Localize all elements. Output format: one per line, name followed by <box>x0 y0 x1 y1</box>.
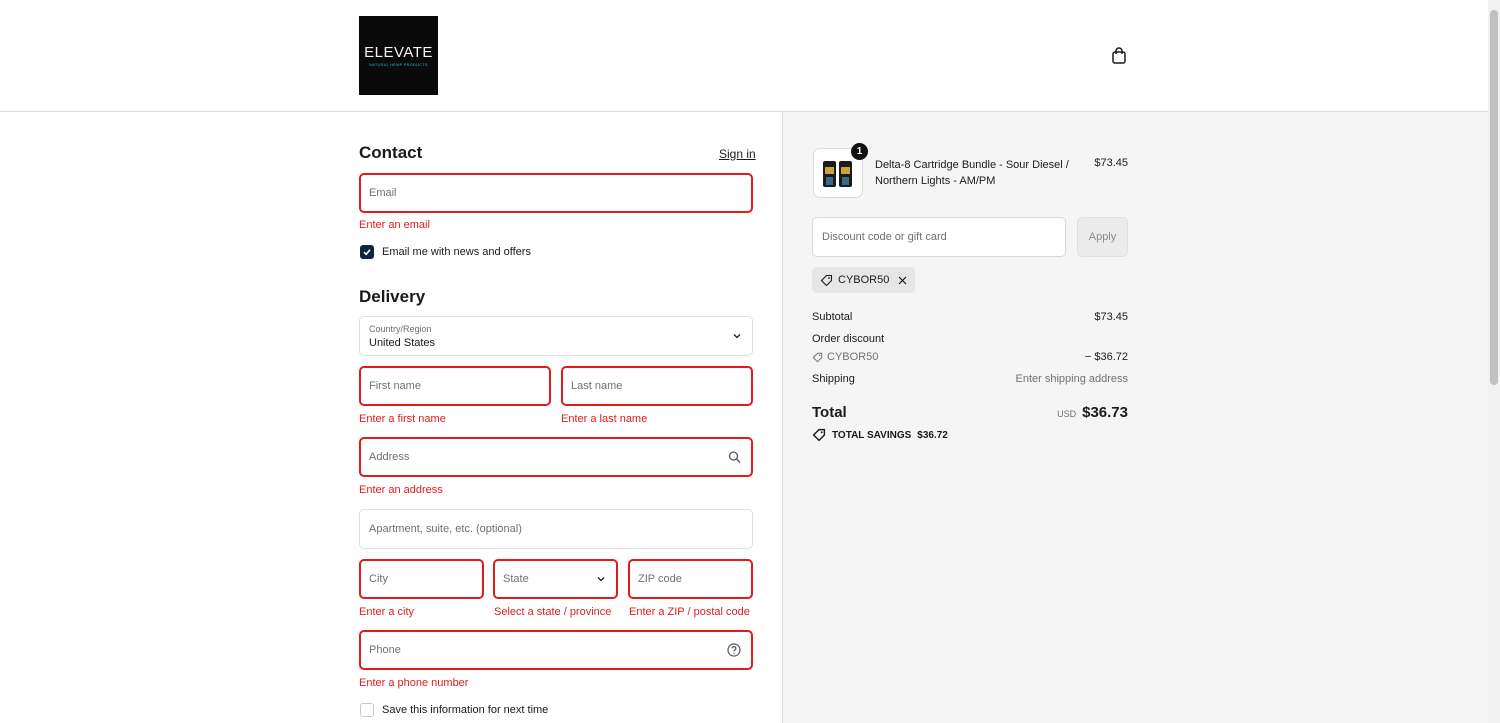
country-value: United States <box>369 337 436 349</box>
discount-placeholder: Discount code or gift card <box>822 231 947 243</box>
first-name-field[interactable]: First name <box>359 366 551 406</box>
save-info-checkbox[interactable] <box>360 703 374 717</box>
scrollbar-thumb[interactable] <box>1490 10 1498 385</box>
apartment-placeholder: Apartment, suite, etc. (optional) <box>369 523 522 535</box>
product-image <box>823 161 852 187</box>
address-error: Enter an address <box>359 484 443 496</box>
city-field[interactable]: City <box>359 559 484 599</box>
logo-wordmark: ELEVATE <box>364 44 433 61</box>
first-name-error: Enter a first name <box>359 413 446 425</box>
apartment-field[interactable]: Apartment, suite, etc. (optional) <box>359 509 753 549</box>
total-savings: TOTAL SAVINGS $36.72 <box>812 428 948 442</box>
quantity-badge: 1 <box>851 143 868 160</box>
city-placeholder: City <box>369 573 388 585</box>
last-name-error: Enter a last name <box>561 413 648 425</box>
order-summary-panel <box>782 112 1488 723</box>
close-icon <box>898 276 907 284</box>
discount-value: − $36.72 <box>1084 351 1128 363</box>
chevron-down-icon <box>596 574 606 584</box>
email-placeholder: Email <box>369 187 397 199</box>
zip-field[interactable]: ZIP code <box>628 559 753 599</box>
phone-error: Enter a phone number <box>359 677 469 689</box>
address-field[interactable]: Address <box>359 437 753 477</box>
first-name-placeholder: First name <box>369 380 421 392</box>
help-circle-icon[interactable] <box>727 643 741 657</box>
remove-discount-button[interactable] <box>898 276 907 285</box>
discount-code-display: CYBOR50 <box>812 351 878 363</box>
address-placeholder: Address <box>369 451 410 463</box>
sign-in-link[interactable]: Sign in <box>719 147 756 161</box>
email-error: Enter an email <box>359 219 430 231</box>
news-offers-checkbox[interactable] <box>360 245 374 259</box>
page-scrollbar[interactable] <box>1488 0 1500 723</box>
applied-discount-chip: CYBOR50 <box>812 267 916 293</box>
subtotal-label: Subtotal <box>812 311 853 323</box>
city-error: Enter a city <box>359 606 415 618</box>
state-select[interactable]: State <box>493 559 618 599</box>
apply-discount-button[interactable]: Apply <box>1077 217 1128 257</box>
last-name-field[interactable]: Last name <box>561 366 753 406</box>
shopping-bag-icon <box>1112 46 1126 64</box>
state-placeholder: State <box>503 573 529 585</box>
total-label: Total <box>812 404 847 421</box>
shipping-value: Enter shipping address <box>1015 373 1128 385</box>
tag-icon <box>812 352 823 362</box>
product-price: $73.45 <box>1094 157 1128 169</box>
subtotal-value: $73.45 <box>1094 311 1128 323</box>
discount-code-text: CYBOR50 <box>827 351 879 363</box>
applied-code-label: CYBOR50 <box>838 274 890 286</box>
subtotal-row: Subtotal $73.45 <box>812 311 1128 323</box>
last-name-placeholder: Last name <box>571 380 623 392</box>
delivery-heading: Delivery <box>359 287 426 306</box>
search-icon <box>728 451 741 464</box>
chevron-down-icon <box>732 331 742 341</box>
checkout-header: ELEVATE NATURAL HEMP PRODUCTS <box>0 0 1488 112</box>
product-thumbnail: 1 <box>813 143 868 198</box>
email-field[interactable]: Email <box>359 173 753 213</box>
country-label: Country/Region <box>369 324 432 334</box>
state-error: Select a state / province <box>494 606 612 618</box>
phone-placeholder: Phone <box>369 644 401 656</box>
order-discount-label: Order discount <box>812 333 885 345</box>
save-info-label: Save this information for next time <box>382 704 549 716</box>
store-logo[interactable]: ELEVATE NATURAL HEMP PRODUCTS <box>359 16 438 95</box>
checkmark-icon <box>363 249 371 256</box>
logo-tagline: NATURAL HEMP PRODUCTS <box>369 62 428 67</box>
product-name: Delta-8 Cartridge Bundle - Sour Diesel /… <box>875 159 1069 187</box>
discount-code-input[interactable]: Discount code or gift card <box>812 217 1066 257</box>
total-amount: $36.73 <box>1082 404 1128 421</box>
phone-field[interactable]: Phone <box>359 630 753 670</box>
zip-placeholder: ZIP code <box>638 573 682 585</box>
tag-icon <box>812 428 826 442</box>
cart-button[interactable] <box>1108 44 1130 66</box>
shipping-row: Shipping Enter shipping address <box>812 373 1128 385</box>
total-amount-group: USD $36.73 <box>1057 404 1128 421</box>
discount-code-row: CYBOR50 − $36.72 <box>812 351 1128 366</box>
zip-error: Enter a ZIP / postal code <box>629 606 750 618</box>
currency-code: USD <box>1057 409 1077 419</box>
savings-value: $36.72 <box>917 429 948 441</box>
country-select[interactable]: Country/Region United States <box>359 316 753 356</box>
news-offers-label: Email me with news and offers <box>382 246 531 258</box>
contact-heading: Contact <box>359 143 423 162</box>
tag-icon <box>820 274 833 286</box>
shipping-label: Shipping <box>812 373 855 385</box>
savings-label: TOTAL SAVINGS <box>832 429 912 441</box>
order-discount-row: Order discount <box>812 333 1128 345</box>
